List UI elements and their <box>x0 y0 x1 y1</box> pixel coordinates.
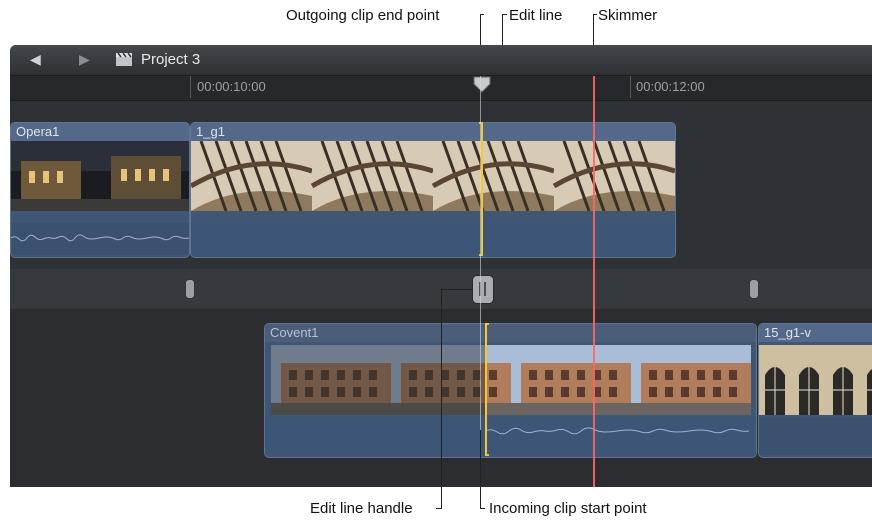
skimmer-label: Skimmer <box>598 7 658 24</box>
incoming-leader-tick <box>480 508 485 509</box>
audio-waveform <box>11 223 189 255</box>
edit-line-handle-leader-tick <box>436 508 442 509</box>
edit-line-handle[interactable] <box>472 275 494 304</box>
timeline-ruler[interactable]: 00:00:10:00 00:00:12:00 <box>10 76 872 101</box>
clip-15-g1-v[interactable]: 15_g1-v <box>758 323 872 458</box>
covent-thumbnail <box>271 345 751 415</box>
arches-thumbnail <box>759 345 872 415</box>
connection-marker[interactable] <box>749 279 759 299</box>
timecode-label: 00:00:10:00 <box>197 79 266 94</box>
opera-thumbnail <box>11 141 189 211</box>
waveform-icon <box>11 234 189 242</box>
audio-area <box>191 223 675 255</box>
clip-name: Opera1 <box>16 124 60 139</box>
clip-header <box>265 324 756 342</box>
skimmer-line <box>593 76 595 487</box>
clip-name: 15_g1-v <box>764 325 811 340</box>
audio-waveform <box>265 418 756 455</box>
outgoing-clip-end-point-label: Outgoing clip end point <box>286 7 440 24</box>
edit-line-handle-leader-horizontal <box>441 289 472 290</box>
figure: { "callouts": { "outgoing": "Outgoing cl… <box>0 0 872 525</box>
edit-line <box>480 76 481 487</box>
clapperboard-icon <box>116 53 132 66</box>
handle-grip <box>484 282 486 296</box>
clip-name: Covent1 <box>270 325 319 340</box>
primary-track: Opera1 1_g1 <box>10 101 872 269</box>
incoming-start-point-bracket[interactable] <box>485 323 489 456</box>
timecode-label: 00:00:12:00 <box>636 79 705 94</box>
timeline-titlebar: ◀ ▶ Project 3 <box>10 45 872 76</box>
playhead-icon[interactable] <box>473 76 491 94</box>
connection-marker[interactable] <box>185 279 195 299</box>
clip-1-g1[interactable]: 1_g1 <box>190 122 676 258</box>
waveform-icon <box>484 427 750 435</box>
project-title: Project 3 <box>141 51 201 68</box>
incoming-leader-vertical <box>480 430 481 508</box>
clip-opera1[interactable]: Opera1 <box>10 122 190 258</box>
ruler-tick <box>190 76 191 98</box>
clip-covent1[interactable]: Covent1 <box>264 323 757 458</box>
edit-line-leader-tick <box>502 14 507 15</box>
edit-line-handle-leader-vertical <box>441 289 442 508</box>
clip-name: 1_g1 <box>196 124 225 139</box>
ruler-tick <box>630 76 631 98</box>
skimmer-leader-tick <box>593 14 597 15</box>
staircase-thumbnail <box>191 141 675 211</box>
audio-area <box>759 418 872 455</box>
edit-line-label: Edit line <box>509 7 563 24</box>
outgoing-leader-tick <box>480 14 484 15</box>
clip-header <box>191 123 675 141</box>
forward-arrow-icon[interactable]: ▶ <box>79 51 90 68</box>
back-arrow-icon[interactable]: ◀ <box>30 51 41 68</box>
edit-line-handle-label: Edit line handle <box>310 500 413 517</box>
incoming-clip-start-point-label: Incoming clip start point <box>489 500 647 517</box>
